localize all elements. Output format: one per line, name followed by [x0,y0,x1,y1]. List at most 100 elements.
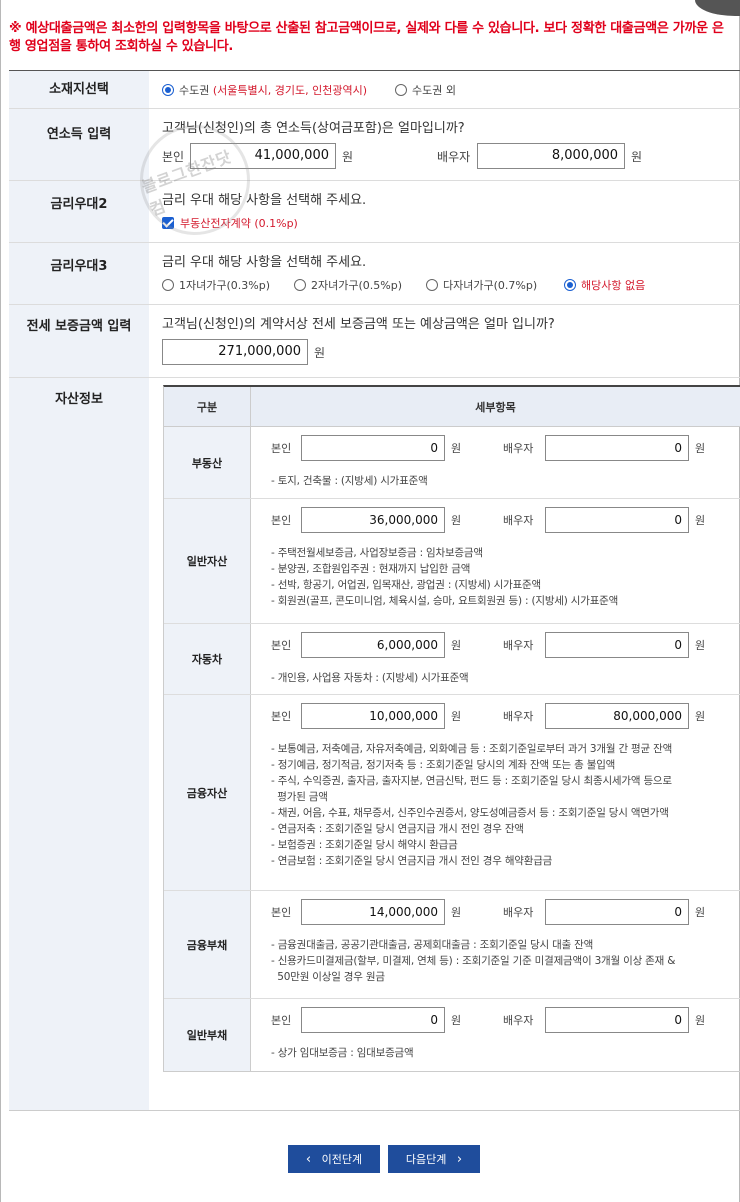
row-rate2: 금리우대2 금리 우대 해당 사항을 선택해 주세요. 부동산전자계약 (0.1… [9,181,740,243]
income-spouse-input[interactable]: 8,000,000 [477,143,626,169]
radio-dot-icon [564,279,576,291]
asset-note: - 상가 임대보증금 : 임대보증금액 [271,1047,414,1059]
asset-spouse-input[interactable]: 80,000,000 [545,703,689,729]
asset-note: - 선박, 항공기, 어업권, 입목재산, 광업권 : (지방세) 시가표준액 [271,579,541,591]
asset-spouse-label: 배우자 [503,906,534,919]
asset-notes: - 주택전월세보증금, 사업장보증금 : 임차보증금액 - 분양권, 조합원입주권… [271,545,740,609]
asset-spouse-unit: 원 [695,710,706,723]
label-rate3: 금리우대3 [9,243,149,304]
radio-multi-children[interactable]: 다자녀가구(0.7%p) [426,277,564,293]
asset-row: 자동차 본인 6,000,000 원 배우자 0 원 - 개인용, 사업용 자동… [164,624,740,695]
asset-row: 일반부채 본인 0 원 배우자 0 원 - 상가 임대보증금 : 임대보증금액 [164,999,740,1071]
asset-spouse-unit: 원 [695,442,706,455]
asset-notes: - 상가 임대보증금 : 임대보증금액 [271,1045,740,1061]
asset-self-input[interactable]: 6,000,000 [301,632,445,658]
asset-self-unit: 원 [451,710,462,723]
asset-row: 금융자산 본인 10,000,000 원 배우자 80,000,000 원 - … [164,695,740,891]
asset-spouse-label: 배우자 [503,1014,534,1027]
label-deposit: 전세 보증금액 입력 [9,305,149,377]
radio-non-capital-area[interactable]: 수도권 외 [395,82,456,98]
asset-note: - 회원권(골프, 콘도미니엄, 체육시설, 승마, 요트회원권 등) : (지… [271,595,619,607]
asset-category: 금융자산 [164,695,251,890]
asset-self-label: 본인 [271,442,292,455]
asset-note: - 연금저축 : 조회기준일 당시 연금지급 개시 전인 경우 잔액 [271,823,524,835]
asset-self-label: 본인 [271,906,292,919]
label-income: 연소득 입력 [9,109,149,180]
radio-dot-icon [426,279,438,291]
asset-self-label: 본인 [271,710,292,723]
asset-row: 일반자산 본인 36,000,000 원 배우자 0 원 - 주택전월세보증금,… [164,499,740,624]
radio-dot-icon [294,279,306,291]
header-detail: 세부항목 [475,400,516,414]
asset-note: - 분양권, 조합원입주권 : 현재까지 납입한 금액 [271,563,471,575]
asset-notes: - 토지, 건축물 : (지방세) 시가표준액 [271,473,740,489]
income-spouse-label: 배우자 [437,149,471,164]
asset-spouse-input[interactable]: 0 [545,899,689,925]
radio-not-applicable[interactable]: 해당사항 없음 [564,277,645,293]
asset-spouse-input[interactable]: 0 [545,1007,689,1033]
asset-self-unit: 원 [451,442,462,455]
asset-note: - 개인용, 사업용 자동차 : (지방세) 시가표준액 [271,672,469,684]
asset-self-label: 본인 [271,639,292,652]
asset-notes: - 개인용, 사업용 자동차 : (지방세) 시가표준액 [271,670,740,686]
rate3-question: 금리 우대 해당 사항을 선택해 주세요. [162,255,367,270]
label-assets: 자산정보 [9,378,149,1110]
asset-self-input[interactable]: 36,000,000 [301,507,445,533]
asset-category: 부동산 [164,427,251,498]
asset-note: - 신용카드미결제금(할부, 미결제, 연체 등) : 조회기준일 기준 미결제… [271,955,676,967]
asset-self-input[interactable]: 10,000,000 [301,703,445,729]
asset-note: - 보통예금, 저축예금, 자유저축예금, 외화예금 등 : 조회기준일로부터 … [271,743,673,755]
asset-self-input[interactable]: 14,000,000 [301,899,445,925]
asset-note: - 정기예금, 정기적금, 정기저축 등 : 조회기준일 당시의 계좌 잔액 또… [271,759,616,771]
asset-note: - 연금보험 : 조회기준일 당시 연금지급 개시 전인 경우 해약환급금 [271,855,553,867]
asset-spouse-label: 배우자 [503,639,534,652]
asset-spouse-unit: 원 [695,1014,706,1027]
label-location: 소재지선택 [9,71,149,108]
prev-step-button[interactable]: ‹ 이전단계 [288,1145,380,1173]
asset-note: - 금융권대출금, 공공기관대출금, 공제회대출금 : 조회기준일 당시 대출 … [271,939,594,951]
asset-spouse-unit: 원 [695,906,706,919]
asset-row: 금융부채 본인 14,000,000 원 배우자 0 원 - 금융권대출금, 공… [164,891,740,999]
asset-notes: - 보통예금, 저축예금, 자유저축예금, 외화예금 등 : 조회기준일로부터 … [271,741,740,869]
asset-spouse-unit: 원 [695,639,706,652]
chevron-right-icon: › [456,1151,463,1167]
asset-category: 자동차 [164,624,251,694]
deposit-input[interactable]: 271,000,000 [162,339,308,365]
asset-category: 일반자산 [164,499,251,623]
asset-note: - 토지, 건축물 : (지방세) 시가표준액 [271,475,428,487]
radio-dot-icon [395,83,408,96]
notice-text: ※ 예상대출금액은 최소한의 입력항목을 바탕으로 산출된 참고금액이므로, 실… [9,21,724,54]
asset-table-header: 구분 세부항목 [164,387,740,427]
radio-dot-icon [162,279,174,291]
asset-note: - 주택전월세보증금, 사업장보증금 : 임차보증금액 [271,547,483,559]
asset-self-label: 본인 [271,514,292,527]
asset-table: 구분 세부항목 부동산 본인 0 원 배우자 0 원 - 토지, 건축물 : (… [163,385,740,1072]
radio-one-child[interactable]: 1자녀가구(0.3%p) [162,277,294,293]
row-rate3: 금리우대3 금리 우대 해당 사항을 선택해 주세요. 1자녀가구(0.3%p)… [9,243,740,305]
asset-note: 50만원 이상일 경우 원금 [271,971,385,983]
asset-note: - 주식, 수익증권, 출자금, 출자지분, 연금신탁, 펀드 등 : 조회기준… [271,775,672,787]
next-step-button[interactable]: 다음단계 › [388,1145,480,1173]
asset-self-unit: 원 [451,906,462,919]
income-spouse-unit: 원 [631,149,643,164]
chevron-left-icon: ‹ [305,1151,312,1167]
label-rate2: 금리우대2 [9,181,149,242]
asset-note: 평가된 금액 [271,791,328,803]
row-deposit: 전세 보증금액 입력 고객님(신청인)의 계약서상 전세 보증금액 또는 예상금… [9,305,740,378]
asset-self-unit: 원 [451,1014,462,1027]
asset-self-label: 본인 [271,1014,292,1027]
asset-spouse-unit: 원 [695,514,706,527]
income-self-unit: 원 [342,149,354,164]
asset-spouse-input[interactable]: 0 [545,435,689,461]
asset-spouse-label: 배우자 [503,442,534,455]
asset-notes: - 금융권대출금, 공공기관대출금, 공제회대출금 : 조회기준일 당시 대출 … [271,937,740,985]
radio-capital-area[interactable]: 수도권 (서울특별시, 경기도, 인천광역시) [162,82,367,98]
asset-note: - 채권, 어음, 수표, 채무증서, 신주인수권증서, 양도성예금증서 등 :… [271,807,669,819]
radio-two-children[interactable]: 2자녀가구(0.5%p) [294,277,426,293]
asset-spouse-input[interactable]: 0 [545,507,689,533]
asset-self-input[interactable]: 0 [301,1007,445,1033]
row-income: 연소득 입력 고객님(신청인)의 총 연소득(상여금포함)은 얼마입니까? 본인… [9,109,740,181]
asset-self-input[interactable]: 0 [301,435,445,461]
asset-self-unit: 원 [451,514,462,527]
asset-spouse-input[interactable]: 0 [545,632,689,658]
